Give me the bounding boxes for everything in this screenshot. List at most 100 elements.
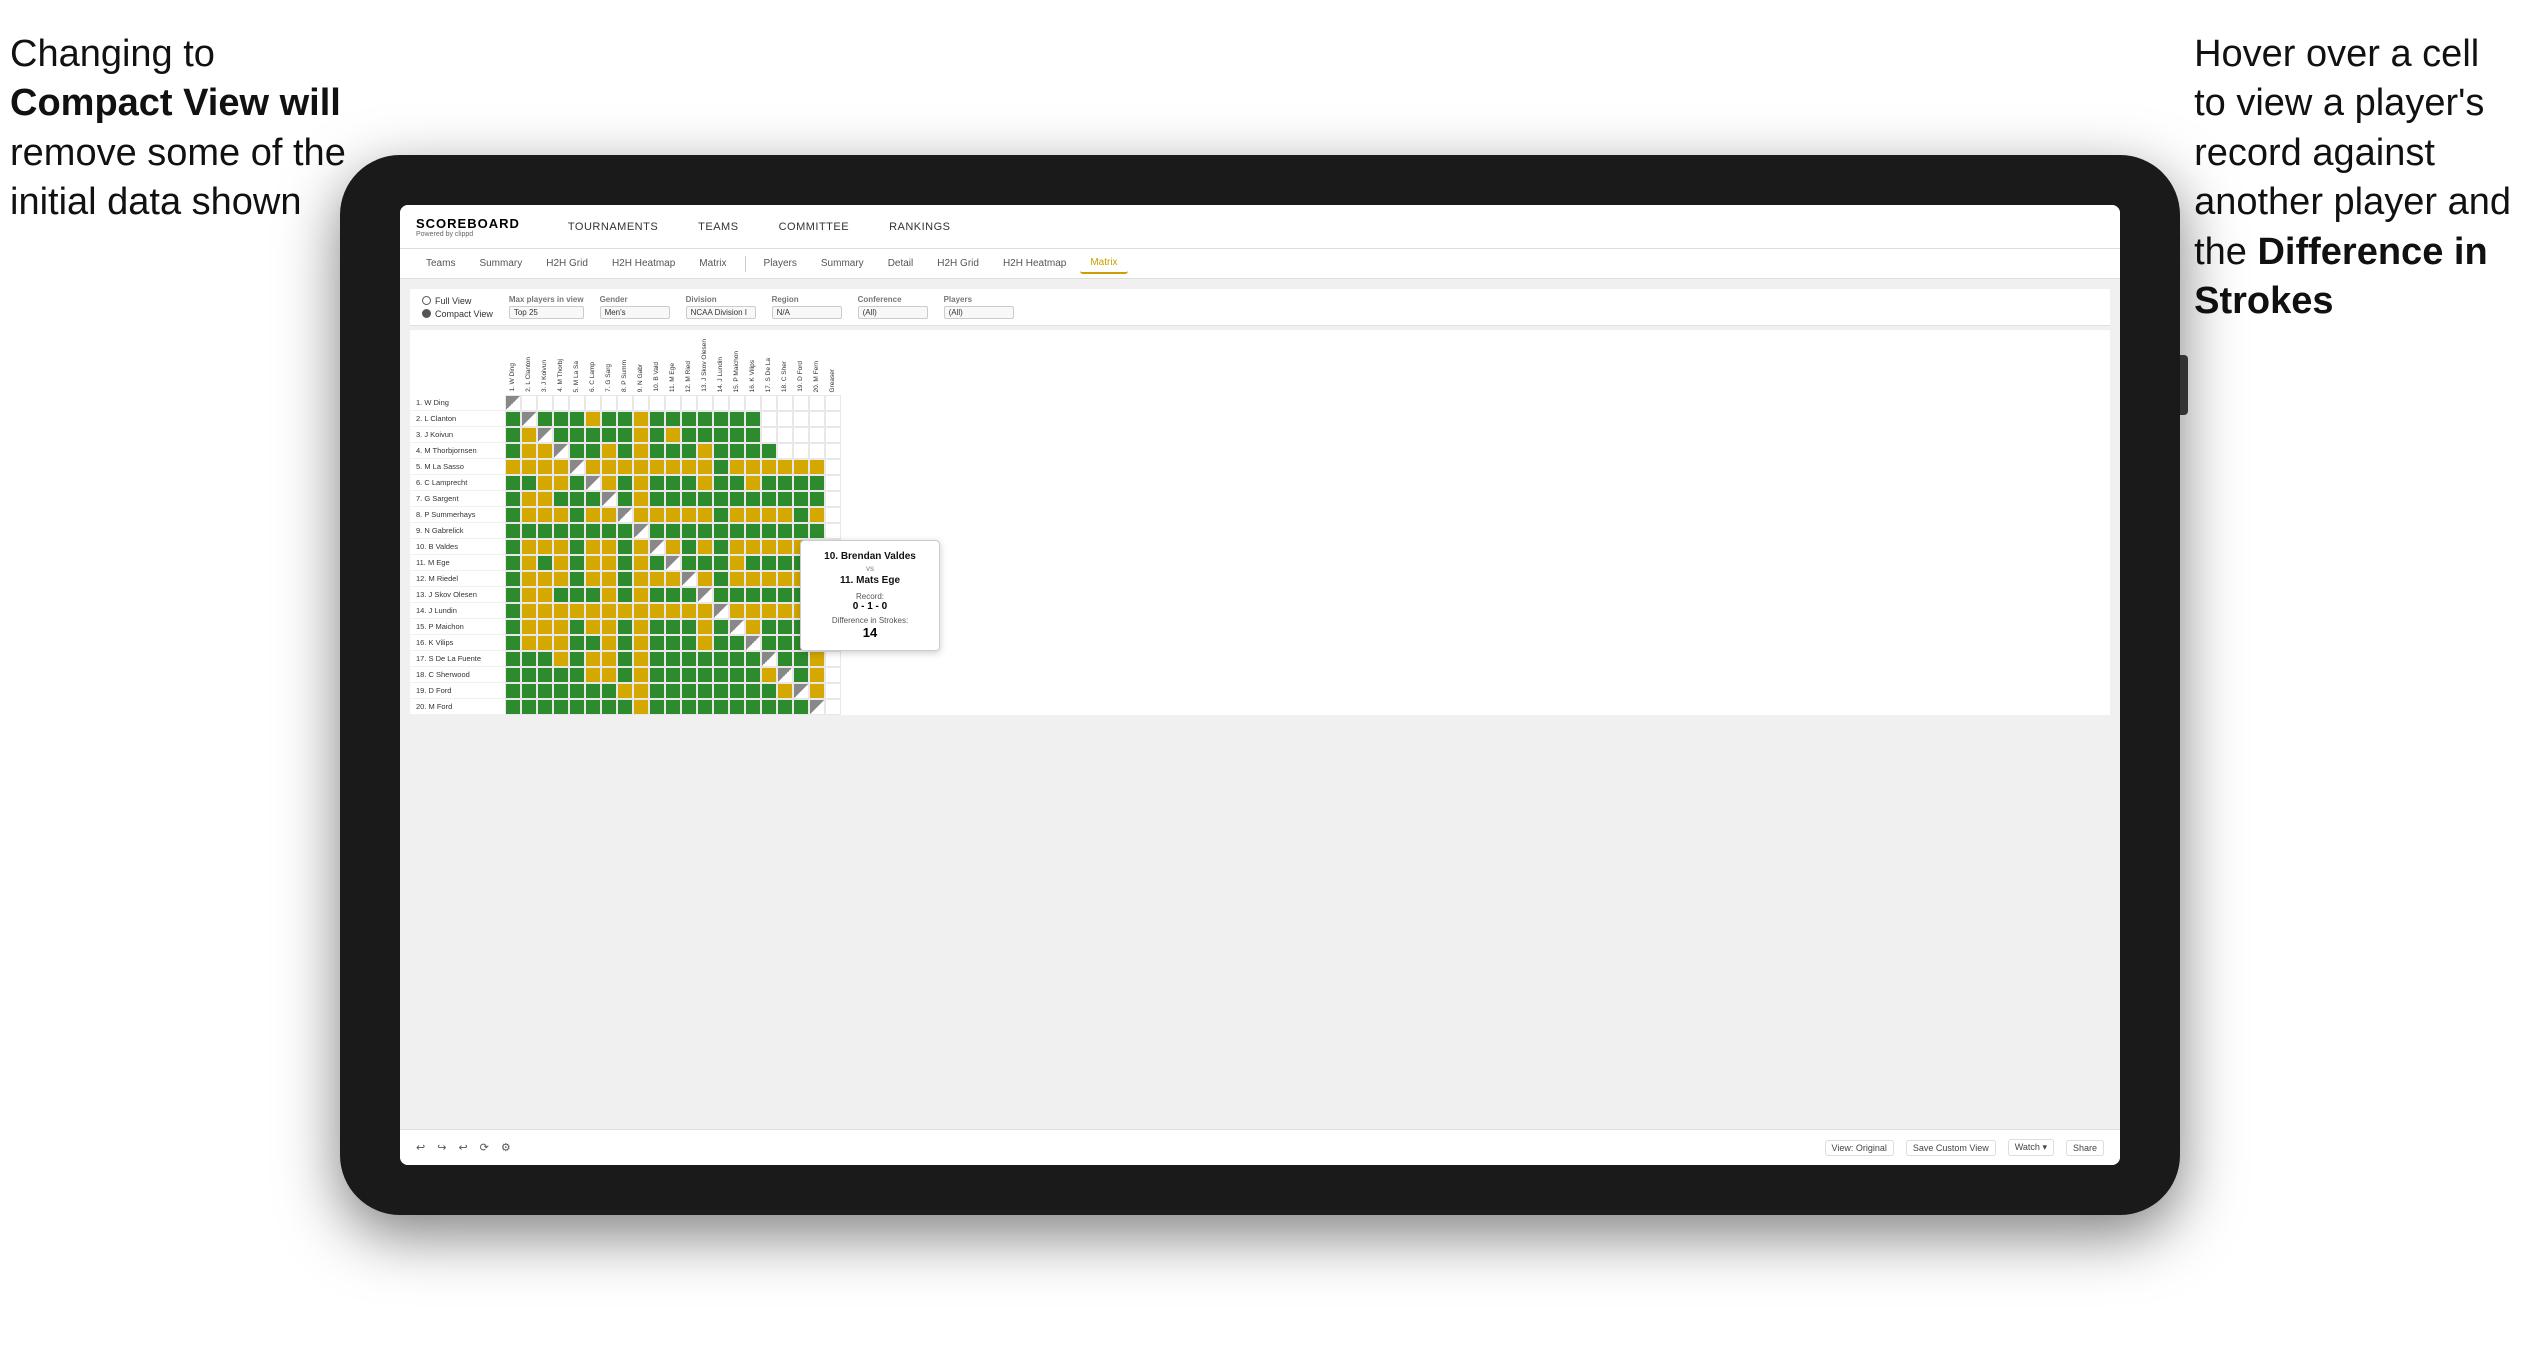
matrix-cell-16-9[interactable] [633,635,649,651]
matrix-cell-15-9[interactable] [633,619,649,635]
matrix-cell-10-5[interactable] [569,539,585,555]
matrix-cell-16-4[interactable] [553,635,569,651]
matrix-cell-6-13[interactable] [697,475,713,491]
matrix-cell-20-1[interactable] [505,699,521,715]
matrix-cell-13-17[interactable] [761,587,777,603]
matrix-cell-19-2[interactable] [521,683,537,699]
matrix-cell-20-6[interactable] [585,699,601,715]
matrix-cell-6-18[interactable] [777,475,793,491]
matrix-cell-6-15[interactable] [729,475,745,491]
matrix-cell-6-5[interactable] [569,475,585,491]
matrix-cell-10-11[interactable] [665,539,681,555]
matrix-cell-19-20[interactable] [809,683,825,699]
matrix-cell-12-2[interactable] [521,571,537,587]
matrix-cell-8-13[interactable] [697,507,713,523]
matrix-cell-9-3[interactable] [537,523,553,539]
matrix-cell-9-8[interactable] [617,523,633,539]
matrix-cell-14-15[interactable] [729,603,745,619]
matrix-cell-20-2[interactable] [521,699,537,715]
matrix-cell-9-14[interactable] [713,523,729,539]
matrix-cell-17-11[interactable] [665,651,681,667]
matrix-cell-3-7[interactable] [601,427,617,443]
matrix-cell-12-3[interactable] [537,571,553,587]
matrix-cell-7-6[interactable] [585,491,601,507]
matrix-cell-8-18[interactable] [777,507,793,523]
matrix-cell-12-1[interactable] [505,571,521,587]
matrix-cell-11-9[interactable] [633,555,649,571]
matrix-cell-7-4[interactable] [553,491,569,507]
matrix-cell-14-6[interactable] [585,603,601,619]
matrix-cell-20-15[interactable] [729,699,745,715]
matrix-cell-6-16[interactable] [745,475,761,491]
matrix-cell-4-6[interactable] [585,443,601,459]
matrix-cell-9-16[interactable] [745,523,761,539]
matrix-cell-3-12[interactable] [681,427,697,443]
matrix-cell-14-10[interactable] [649,603,665,619]
matrix-cell-15-14[interactable] [713,619,729,635]
matrix-cell-1-3[interactable] [537,395,553,411]
matrix-cell-4-17[interactable] [761,443,777,459]
matrix-cell-1-7[interactable] [601,395,617,411]
matrix-cell-8-11[interactable] [665,507,681,523]
matrix-cell-19-9[interactable] [633,683,649,699]
matrix-cell-16-6[interactable] [585,635,601,651]
matrix-cell-2-13[interactable] [697,411,713,427]
matrix-cell-2-20[interactable] [809,411,825,427]
matrix-cell-9-4[interactable] [553,523,569,539]
matrix-cell-10-16[interactable] [745,539,761,555]
matrix-cell-15-2[interactable] [521,619,537,635]
tab-teams[interactable]: Teams [416,254,465,273]
matrix-cell-3-20[interactable] [809,427,825,443]
matrix-cell-11-10[interactable] [649,555,665,571]
matrix-cell-4-1[interactable] [505,443,521,459]
matrix-cell-9-15[interactable] [729,523,745,539]
matrix-cell-19-16[interactable] [745,683,761,699]
matrix-cell-5-8[interactable] [617,459,633,475]
nav-rankings[interactable]: RANKINGS [881,217,958,237]
refresh-icon[interactable]: ⟳ [480,1141,489,1154]
matrix-cell-8-12[interactable] [681,507,697,523]
matrix-cell-7-15[interactable] [729,491,745,507]
matrix-cell-15-13[interactable] [697,619,713,635]
matrix-cell-20-12[interactable] [681,699,697,715]
matrix-cell-11-17[interactable] [761,555,777,571]
matrix-cell-17-15[interactable] [729,651,745,667]
matrix-cell-6-3[interactable] [537,475,553,491]
matrix-cell-6-11[interactable] [665,475,681,491]
matrix-cell-9-9[interactable] [633,523,649,539]
matrix-cell-5-14[interactable] [713,459,729,475]
matrix-cell-1-1[interactable] [505,395,521,411]
matrix-cell-13-16[interactable] [745,587,761,603]
matrix-cell-10-14[interactable] [713,539,729,555]
matrix-cell-5-1[interactable] [505,459,521,475]
matrix-cell-5-2[interactable] [521,459,537,475]
matrix-cell-20-19[interactable] [793,699,809,715]
matrix-cell-11-13[interactable] [697,555,713,571]
matrix-cell-20-10[interactable] [649,699,665,715]
matrix-cell-17-2[interactable] [521,651,537,667]
matrix-cell-3-1[interactable] [505,427,521,443]
matrix-cell-10-3[interactable] [537,539,553,555]
matrix-cell-15-8[interactable] [617,619,633,635]
matrix-cell-6-7[interactable] [601,475,617,491]
matrix-cell-13-7[interactable] [601,587,617,603]
matrix-cell-5-18[interactable] [777,459,793,475]
matrix-cell-14-9[interactable] [633,603,649,619]
matrix-cell-12-6[interactable] [585,571,601,587]
matrix-cell-9-18[interactable] [777,523,793,539]
matrix-cell-18-6[interactable] [585,667,601,683]
players-select[interactable]: (All) [944,306,1014,319]
matrix-cell-16-17[interactable] [761,635,777,651]
matrix-cell-1-15[interactable] [729,395,745,411]
matrix-cell-15-1[interactable] [505,619,521,635]
matrix-cell-9-13[interactable] [697,523,713,539]
matrix-cell-2-19[interactable] [793,411,809,427]
matrix-cell-11-18[interactable] [777,555,793,571]
matrix-cell-6-4[interactable] [553,475,569,491]
matrix-cell-17-18[interactable] [777,651,793,667]
matrix-cell-2-17[interactable] [761,411,777,427]
matrix-cell-13-18[interactable] [777,587,793,603]
matrix-cell-7-16[interactable] [745,491,761,507]
matrix-cell-4-13[interactable] [697,443,713,459]
matrix-cell-3-18[interactable] [777,427,793,443]
